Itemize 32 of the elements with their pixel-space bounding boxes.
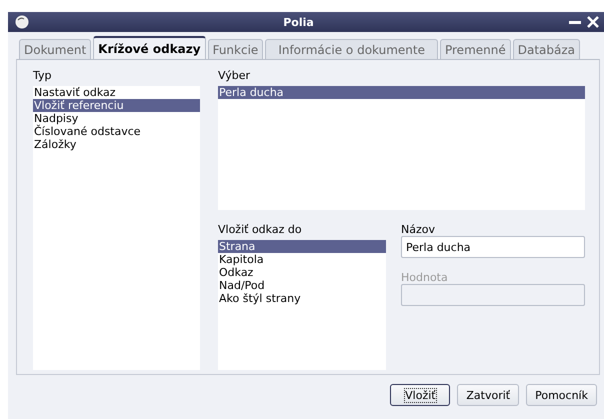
name-field[interactable]: Perla ducha bbox=[401, 236, 585, 258]
list-item[interactable]: Kapitola bbox=[218, 253, 386, 266]
list-item[interactable]: Perla ducha bbox=[218, 86, 585, 99]
type-label: Typ bbox=[33, 68, 52, 84]
list-item[interactable]: Strana bbox=[218, 240, 386, 253]
tab[interactable]: Krížové odkazy bbox=[93, 36, 206, 59]
tab[interactable]: Premenné bbox=[440, 39, 511, 59]
dialog-button[interactable]: Vložiť bbox=[390, 384, 450, 406]
tab[interactable]: Funkcie bbox=[208, 39, 264, 59]
list-item[interactable]: Číslované odstavce bbox=[33, 125, 200, 138]
list-item[interactable]: Nastaviť odkaz bbox=[33, 86, 200, 99]
insert-label: Vložiť odkaz do bbox=[218, 222, 303, 238]
dialog-button[interactable]: Zatvoriť bbox=[457, 384, 520, 406]
type-list[interactable]: Nastaviť odkaz Vložiť referenciu Nadpisy Číslované odstavce Záložky bbox=[33, 86, 200, 370]
selection-list[interactable]: Perla ducha bbox=[218, 86, 585, 210]
list-item[interactable]: Záložky bbox=[33, 138, 200, 151]
tab[interactable]: Databáza bbox=[512, 39, 580, 59]
list-item[interactable]: Nad/Pod bbox=[218, 279, 386, 292]
app-icon[interactable] bbox=[15, 15, 29, 29]
value-label: Hodnota bbox=[401, 270, 449, 286]
list-item[interactable]: Ako štýl strany bbox=[218, 292, 386, 305]
close-icon[interactable] bbox=[586, 15, 600, 29]
list-item[interactable]: Vložiť referenciu bbox=[33, 99, 200, 112]
window-title: Polia bbox=[282, 16, 315, 28]
dialog-button[interactable]: Pomocník bbox=[526, 384, 597, 406]
insert-list[interactable]: Strana Kapitola Odkaz Nad/Pod Ako štýl strany bbox=[218, 240, 386, 370]
tab[interactable]: Dokument bbox=[19, 39, 92, 59]
list-item[interactable]: Odkaz bbox=[218, 266, 386, 279]
name-label: Názov bbox=[401, 222, 436, 238]
list-item[interactable]: Nadpisy bbox=[33, 112, 200, 125]
selection-label: Výber bbox=[218, 68, 252, 84]
tab[interactable]: Informácie o dokumente bbox=[265, 39, 438, 59]
